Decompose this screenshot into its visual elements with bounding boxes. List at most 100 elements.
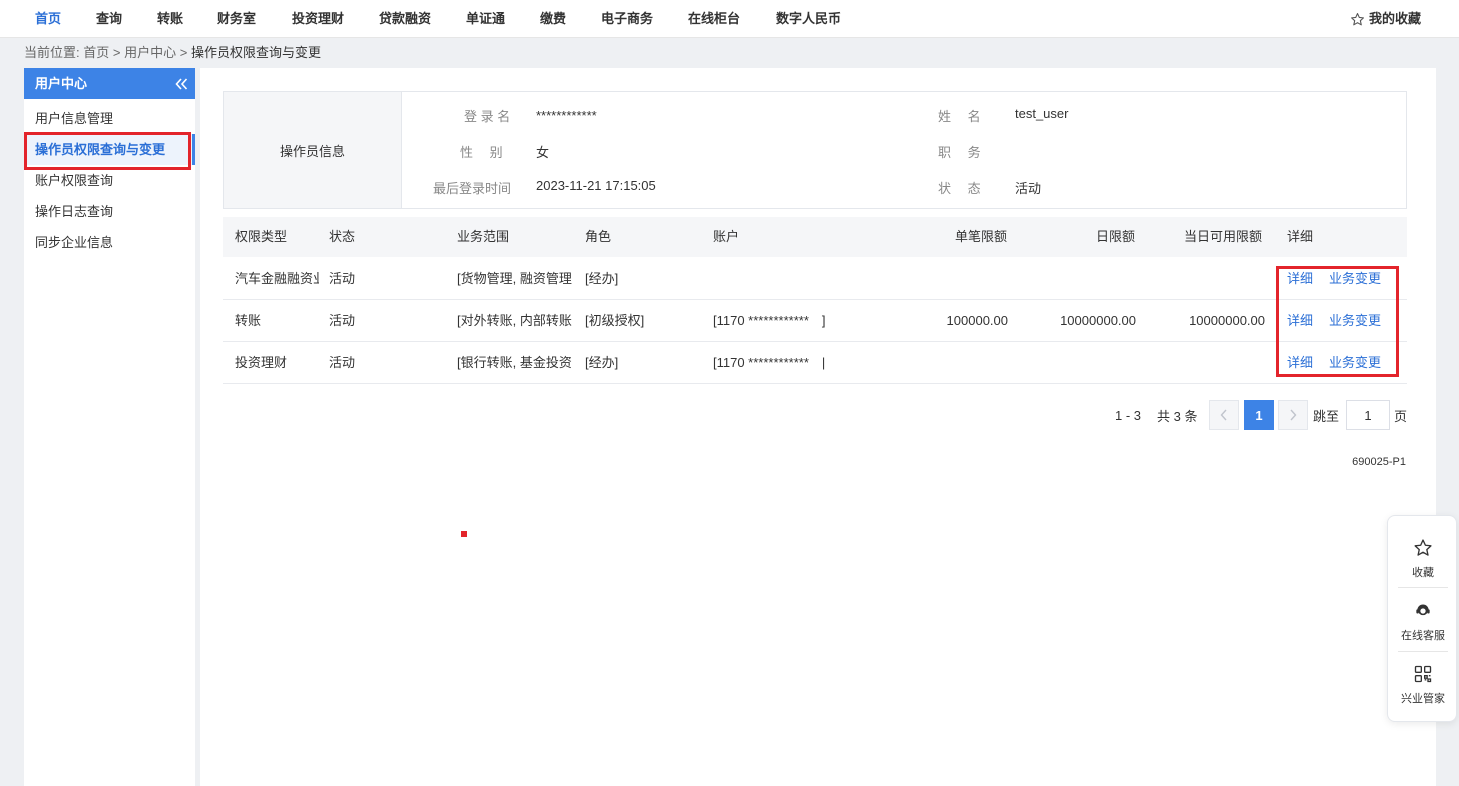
cell-single-limit [903, 342, 1008, 384]
top-nav: 首页 查询 转账 财务室 投资理财 贷款融资 单证通 缴费 电子商务 在线柜台 … [0, 0, 1459, 38]
floating-toolbar: 收藏 在线客服 兴业管家 [1387, 515, 1457, 722]
detail-link[interactable]: 详细 [1287, 258, 1313, 300]
sidebar-title: 用户中心 [35, 76, 88, 91]
float-favorite-label: 收藏 [1412, 567, 1434, 579]
page-button-current[interactable]: 1 [1244, 400, 1274, 430]
gender-value: 女 [536, 145, 550, 160]
table-row: 转账 活动 [对外转账, 内部转账 [初级授权] [1170 *********… [223, 300, 1407, 342]
status-label: 状 态 [938, 181, 981, 196]
cell-type: 转账 [235, 313, 262, 328]
star-icon [1351, 12, 1364, 25]
red-marker [461, 531, 467, 537]
customer-service-icon [1416, 604, 1430, 616]
detail-link[interactable]: 详细 [1287, 342, 1313, 384]
last-login-value: 2023-11-21 17:15:05 [536, 178, 656, 193]
table-row: 投资理财 活动 [银行转账, 基金投资 [经办] [1170 *********… [223, 342, 1407, 384]
cell-type: 汽车金融融资业务 [235, 271, 319, 286]
breadcrumb-prefix: 当前位置: [24, 45, 80, 60]
next-page-button[interactable] [1278, 400, 1308, 430]
collapse-sidebar-button[interactable] [173, 68, 189, 99]
cell-status: 活动 [329, 355, 356, 370]
chevron-left-icon [1220, 409, 1227, 421]
nav-item-digital-rmb[interactable]: 数字人民币 [776, 0, 841, 38]
cell-available-limit: 10000000.00 [1189, 313, 1265, 328]
chevron-right-icon [1290, 409, 1297, 421]
float-manager-label: 兴业管家 [1401, 693, 1445, 705]
status-value: 活动 [1015, 181, 1042, 196]
sidebar: 用户中心 用户信息管理 操作员权限查询与变更 账户权限查询 操作日志查询 同步企… [24, 68, 195, 786]
nav-item-payments[interactable]: 缴费 [540, 0, 566, 38]
cell-single-limit: 100000.00 [946, 313, 1008, 328]
cell-daily-limit [1023, 342, 1136, 384]
column-header-single-limit: 单笔限额 [955, 229, 1008, 244]
cell-account: [1170 ************ | [713, 355, 826, 370]
name-value: test_user [1015, 106, 1069, 121]
column-header-account: 账户 [713, 229, 740, 244]
grid-app-icon [1414, 665, 1432, 683]
float-manager-button[interactable]: 兴业管家 [1388, 654, 1458, 716]
nav-item-finance-room[interactable]: 财务室 [217, 0, 256, 38]
column-header-role: 角色 [585, 229, 612, 244]
float-customer-service-button[interactable]: 在线客服 [1388, 591, 1458, 653]
gender-label: 性 别 [460, 145, 503, 160]
operator-info-box: 操作员信息 登 录 名 ************ 姓 名 test_user 性… [223, 91, 1407, 209]
sidebar-item-sync-company[interactable]: 同步企业信息 [24, 227, 195, 258]
breadcrumb-sep: > [179, 45, 188, 60]
nav-item-online-counter[interactable]: 在线柜台 [688, 0, 740, 38]
float-customer-service-label: 在线客服 [1401, 630, 1445, 642]
nav-item-documents[interactable]: 单证通 [466, 0, 505, 38]
divider [1398, 587, 1448, 588]
cell-type: 投资理财 [235, 355, 288, 370]
login-name-label: 登 录 名 [464, 109, 511, 124]
business-change-link[interactable]: 业务变更 [1329, 300, 1381, 342]
business-change-link[interactable]: 业务变更 [1329, 258, 1381, 300]
cell-role: [初级授权] [585, 313, 645, 328]
business-change-link[interactable]: 业务变更 [1329, 342, 1381, 384]
nav-item-investment[interactable]: 投资理财 [292, 0, 344, 38]
last-login-label: 最后登录时间 [433, 181, 512, 196]
double-chevron-left-icon [174, 77, 187, 90]
login-name-value: ************ [536, 108, 597, 123]
page-unit-label: 页 [1394, 408, 1408, 424]
column-header-status: 状态 [329, 229, 356, 244]
sidebar-item-user-info[interactable]: 用户信息管理 [24, 103, 195, 134]
breadcrumb-home[interactable]: 首页 [83, 45, 109, 60]
breadcrumb-current: 操作员权限查询与变更 [190, 45, 321, 60]
cell-single-limit [903, 258, 1008, 300]
cell-account: [1170 ************ ] [713, 313, 826, 328]
cell-scope: [对外转账, 内部转账 [457, 313, 572, 328]
nav-item-home[interactable]: 首页 [35, 0, 61, 38]
page-code: 690025-P1 [1352, 456, 1406, 468]
float-favorite-button[interactable]: 收藏 [1388, 528, 1458, 590]
pagination-range: 1 - 3 [1115, 407, 1142, 423]
cell-role: [经办] [585, 355, 619, 370]
cell-status: 活动 [329, 313, 356, 328]
sidebar-item-account-permissions[interactable]: 账户权限查询 [24, 165, 195, 196]
pagination-total: 共 3 条 [1157, 408, 1198, 424]
cell-daily-limit [1023, 258, 1136, 300]
divider [1398, 651, 1448, 652]
nav-item-query[interactable]: 查询 [96, 0, 122, 38]
cell-status: 活动 [329, 271, 356, 286]
column-header-detail: 详细 [1287, 229, 1314, 244]
sidebar-item-operation-logs[interactable]: 操作日志查询 [24, 196, 195, 227]
star-icon [1414, 539, 1432, 556]
name-label: 姓 名 [938, 109, 981, 124]
column-header-daily-limit: 日限额 [1096, 229, 1136, 244]
column-header-type: 权限类型 [235, 229, 288, 244]
cell-daily-limit: 10000000.00 [1060, 313, 1136, 328]
jump-page-input[interactable] [1346, 400, 1390, 430]
nav-item-loans[interactable]: 贷款融资 [379, 0, 431, 38]
cell-role: [经办] [585, 271, 619, 286]
nav-item-ecommerce[interactable]: 电子商务 [601, 0, 653, 38]
sidebar-item-operator-permissions[interactable]: 操作员权限查询与变更 [24, 134, 195, 165]
prev-page-button[interactable] [1209, 400, 1239, 430]
favorites-button[interactable]: 我的收藏 [1350, 0, 1421, 38]
table-row: 汽车金融融资业务 活动 [货物管理, 融资管理 [经办] 详细 业务变更 [223, 258, 1407, 300]
breadcrumb-user-center[interactable]: 用户中心 [124, 45, 176, 60]
detail-link[interactable]: 详细 [1287, 300, 1313, 342]
nav-item-transfer[interactable]: 转账 [157, 0, 183, 38]
favorites-label: 我的收藏 [1368, 11, 1421, 26]
permissions-table-header: 权限类型 状态 业务范围 角色 账户 单笔限额 日限额 当日可用限额 详细 [223, 217, 1407, 257]
sidebar-header: 用户中心 [24, 68, 195, 99]
